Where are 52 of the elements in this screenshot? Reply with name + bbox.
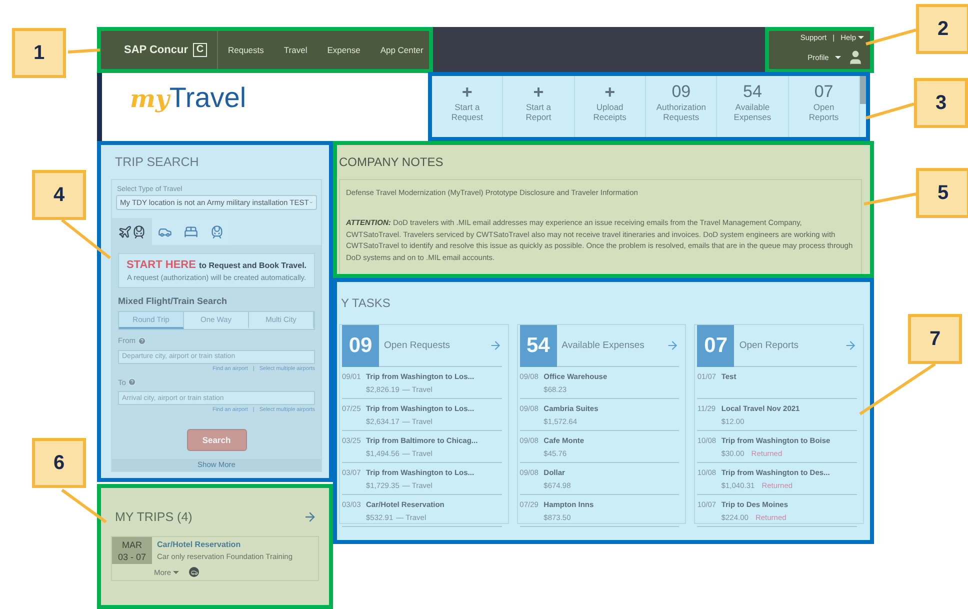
count-action-tile[interactable]: 54 Available Expenses (717, 76, 789, 137)
section-title: Y TASKS (341, 296, 392, 310)
help-icon[interactable] (128, 378, 136, 386)
arrow-right-icon[interactable] (844, 339, 857, 352)
arrow-right-icon[interactable] (488, 339, 502, 352)
section-title: TRIP SEARCH (115, 155, 200, 169)
add-action-tile[interactable]: + Upload Receipts (574, 76, 646, 137)
search-button[interactable]: Search (186, 429, 246, 451)
section-title: COMPANY NOTES (339, 155, 444, 169)
card-title[interactable]: Available Expenses (562, 340, 666, 351)
count-action-tile[interactable]: 09 Authorization Requests (646, 76, 718, 137)
callout-number: 2 (916, 4, 968, 54)
callout-number: 1 (12, 28, 66, 78)
leader-line (68, 48, 100, 54)
leader-line (864, 192, 916, 206)
help-icon[interactable] (138, 336, 146, 344)
add-action-tile[interactable]: + Start a Report (503, 76, 575, 137)
section-title: MY TRIPS (4) (115, 510, 192, 524)
nav-link[interactable]: App Center (380, 44, 424, 55)
leader-line (866, 28, 916, 46)
leader-line (866, 102, 914, 120)
add-action-tile[interactable]: + Start a Request (432, 76, 504, 137)
nav-link[interactable]: Requests (228, 44, 264, 55)
brand-logo[interactable]: SAP Concur C (101, 31, 218, 69)
bed-icon (184, 224, 198, 238)
nav-link[interactable]: Travel (284, 44, 308, 55)
nav-link[interactable]: Expense (327, 44, 360, 55)
banner-title: START HERE to Request and Book Travel. (125, 259, 308, 271)
callout-number: 5 (916, 168, 968, 218)
callout-number: 4 (32, 170, 86, 220)
caret-icon (858, 36, 864, 39)
count-badge: 09 (342, 324, 379, 366)
train-icon (210, 224, 224, 238)
mytravel-logo: myTravel (130, 82, 248, 114)
caret-icon (835, 56, 841, 59)
car-icon (189, 567, 200, 577)
callout-number: 7 (908, 314, 962, 364)
callout-number: 6 (32, 438, 86, 488)
card-title[interactable]: Open Reports (739, 340, 844, 351)
leader-line (61, 488, 107, 524)
plane-train-icon (118, 224, 146, 238)
arrow-right-icon[interactable] (666, 339, 680, 352)
trip-title-link[interactable]: Car/Hotel Reservation (157, 540, 313, 549)
leader-line (61, 218, 111, 260)
subsection-title: Mixed Flight/Train Search (118, 296, 228, 306)
date-badge: MAR 03 - 07 (112, 537, 152, 564)
count-badge: 07 (697, 324, 734, 366)
user-avatar-icon[interactable] (847, 48, 864, 66)
callout-number: 3 (914, 78, 968, 128)
card-title[interactable]: Open Requests (384, 340, 489, 351)
count-badge: 54 (520, 324, 557, 366)
travel-mode-tab[interactable] (112, 218, 152, 245)
